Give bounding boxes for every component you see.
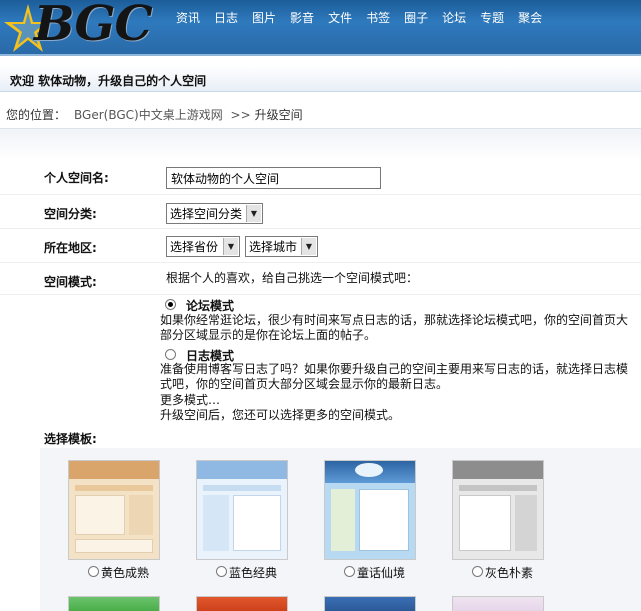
nav-item-blog[interactable]: 日志	[214, 10, 238, 26]
breadcrumb-current: 升级空间	[254, 108, 303, 122]
region-row: 所在地区: 选择省份 ▼ 选择城市 ▼	[0, 229, 641, 263]
forum-mode-radio[interactable]	[165, 299, 176, 310]
template-thumbnail-next-4[interactable]	[452, 596, 544, 611]
chevron-down-icon: ▼	[223, 238, 238, 255]
template-name-fairytale: 童话仙境	[357, 566, 406, 580]
welcome-bar: 欢迎 软体动物，升级自己的个人空间	[0, 66, 641, 92]
breadcrumb-prefix: 您的位置：	[6, 108, 67, 122]
nav-item-news[interactable]: 资讯	[176, 10, 200, 26]
mode-label: 空间模式:	[44, 275, 97, 289]
template-radio-blue[interactable]	[216, 566, 227, 577]
template-name-grey: 灰色朴素	[485, 566, 534, 580]
chevron-down-icon: ▼	[246, 205, 261, 222]
logo-text: BGC	[34, 0, 153, 52]
welcome-text: 欢迎 软体动物，升级自己的个人空间	[10, 74, 207, 88]
main-nav: 资讯 日志 图片 影音 文件 书签 圈子 论坛 专题 聚会	[176, 10, 556, 26]
template-thumbnail-next-3[interactable]	[324, 596, 416, 611]
site-logo[interactable]: BGC	[0, 0, 170, 56]
template-radio-fairytale[interactable]	[344, 566, 355, 577]
top-header: BGC 资讯 日志 图片 影音 文件 书签 圈子 论坛 专题 聚会	[0, 0, 641, 56]
mode-intro: 根据个人的喜欢，给自己挑选一个空间模式吧：	[166, 271, 419, 285]
template-thumbnail-next-1[interactable]	[68, 596, 160, 611]
template-thumbnail-grey[interactable]	[452, 460, 544, 560]
province-select-value: 选择省份	[170, 240, 219, 254]
more-modes-title: 更多模式…	[160, 393, 221, 407]
space-name-label: 个人空间名:	[44, 171, 109, 185]
nav-item-files[interactable]: 文件	[328, 10, 352, 26]
breadcrumb: 您的位置： BGer(BGC)中文桌上游戏网 >> 升级空间	[6, 106, 303, 123]
template-radio-yellow[interactable]	[88, 566, 99, 577]
template-name-yellow: 黄色成熟	[101, 566, 150, 580]
template-label: 选择模板:	[44, 432, 97, 446]
template-name-blue: 蓝色经典	[229, 566, 278, 580]
breadcrumb-separator: >>	[230, 108, 251, 122]
category-select[interactable]: 选择空间分类 ▼	[166, 203, 263, 224]
blog-mode-radio[interactable]	[165, 349, 176, 360]
template-thumbnail-yellow[interactable]	[68, 460, 160, 560]
nav-item-meetups[interactable]: 聚会	[518, 10, 542, 26]
forum-mode-desc-line2: 部分区域显示的是你在论坛上面的帖子。	[160, 328, 377, 342]
more-modes-desc: 升级空间后，您还可以选择更多的空间模式。	[160, 408, 401, 422]
template-thumbnail-blue[interactable]	[196, 460, 288, 560]
chevron-down-icon: ▼	[301, 238, 316, 255]
template-thumbnail-next-2[interactable]	[196, 596, 288, 611]
space-name-row: 个人空间名:	[0, 159, 641, 195]
template-gallery: 黄色成熟 蓝色经典 童话仙境 灰色朴素	[40, 448, 641, 611]
space-name-input[interactable]	[166, 167, 381, 189]
category-label: 空间分类:	[44, 207, 97, 221]
city-select[interactable]: 选择城市 ▼	[245, 236, 318, 257]
nav-item-forum[interactable]: 论坛	[442, 10, 466, 26]
province-select[interactable]: 选择省份 ▼	[166, 236, 240, 257]
nav-item-media[interactable]: 影音	[290, 10, 314, 26]
city-select-value: 选择城市	[249, 240, 298, 254]
mode-row: 空间模式: 根据个人的喜欢，给自己挑选一个空间模式吧：	[0, 263, 641, 295]
blog-mode-desc-line1: 准备使用博客写日志了吗？如果你要升级自己的空间主要用来写日志的话，就选择日志模	[160, 362, 629, 376]
region-label: 所在地区:	[44, 241, 97, 255]
category-select-value: 选择空间分类	[170, 207, 243, 221]
forum-mode-desc-line1: 如果你经常逛论坛，很少有时间来写点日志的话，那就选择论坛模式吧，你的空间首页大	[160, 313, 629, 327]
nav-item-images[interactable]: 图片	[252, 10, 276, 26]
nav-item-bookmarks[interactable]: 书签	[366, 10, 390, 26]
blog-mode-desc-line2: 式吧，你的空间首页大部分区域会显示你的最新日志。	[160, 377, 449, 391]
breadcrumb-site-link[interactable]: BGer(BGC)中文桌上游戏网	[74, 108, 223, 122]
forum-mode-title: 论坛模式	[186, 299, 235, 313]
category-row: 空间分类: 选择空间分类 ▼	[0, 195, 641, 229]
template-radio-grey[interactable]	[472, 566, 483, 577]
nav-item-circles[interactable]: 圈子	[404, 10, 428, 26]
nav-item-topics[interactable]: 专题	[480, 10, 504, 26]
template-thumbnail-fairytale[interactable]	[324, 460, 416, 560]
